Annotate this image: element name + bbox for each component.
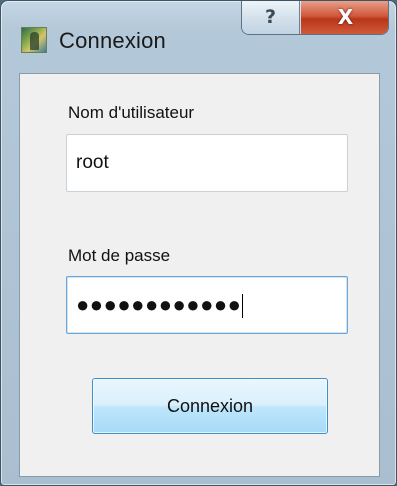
connect-button[interactable]: Connexion [92,378,328,434]
username-field[interactable]: root [66,134,348,192]
dialog-body: Nom d'utilisateur root Mot de passe ●●●●… [19,73,380,477]
username-label: Nom d'utilisateur [68,103,195,122]
password-label: Mot de passe [68,246,171,265]
caption-buttons: ? X [241,1,389,35]
window-title: Connexion [59,28,166,53]
text-caret [242,294,244,319]
username-value: root [76,152,109,173]
help-button[interactable]: ? [242,1,300,34]
app-icon [21,27,47,53]
app-icon-figure [30,32,39,50]
password-masked-value: ●●●●●●●●●●●● [76,292,242,317]
password-field[interactable]: ●●●●●●●●●●●● [66,276,348,334]
login-dialog-window: Connexion ? X Nom d'utilisateur root Mot… [0,0,397,486]
title-bar[interactable]: Connexion ? X [1,1,396,73]
help-icon: ? [264,6,277,28]
close-icon: X [337,5,354,29]
close-button[interactable]: X [301,1,388,34]
